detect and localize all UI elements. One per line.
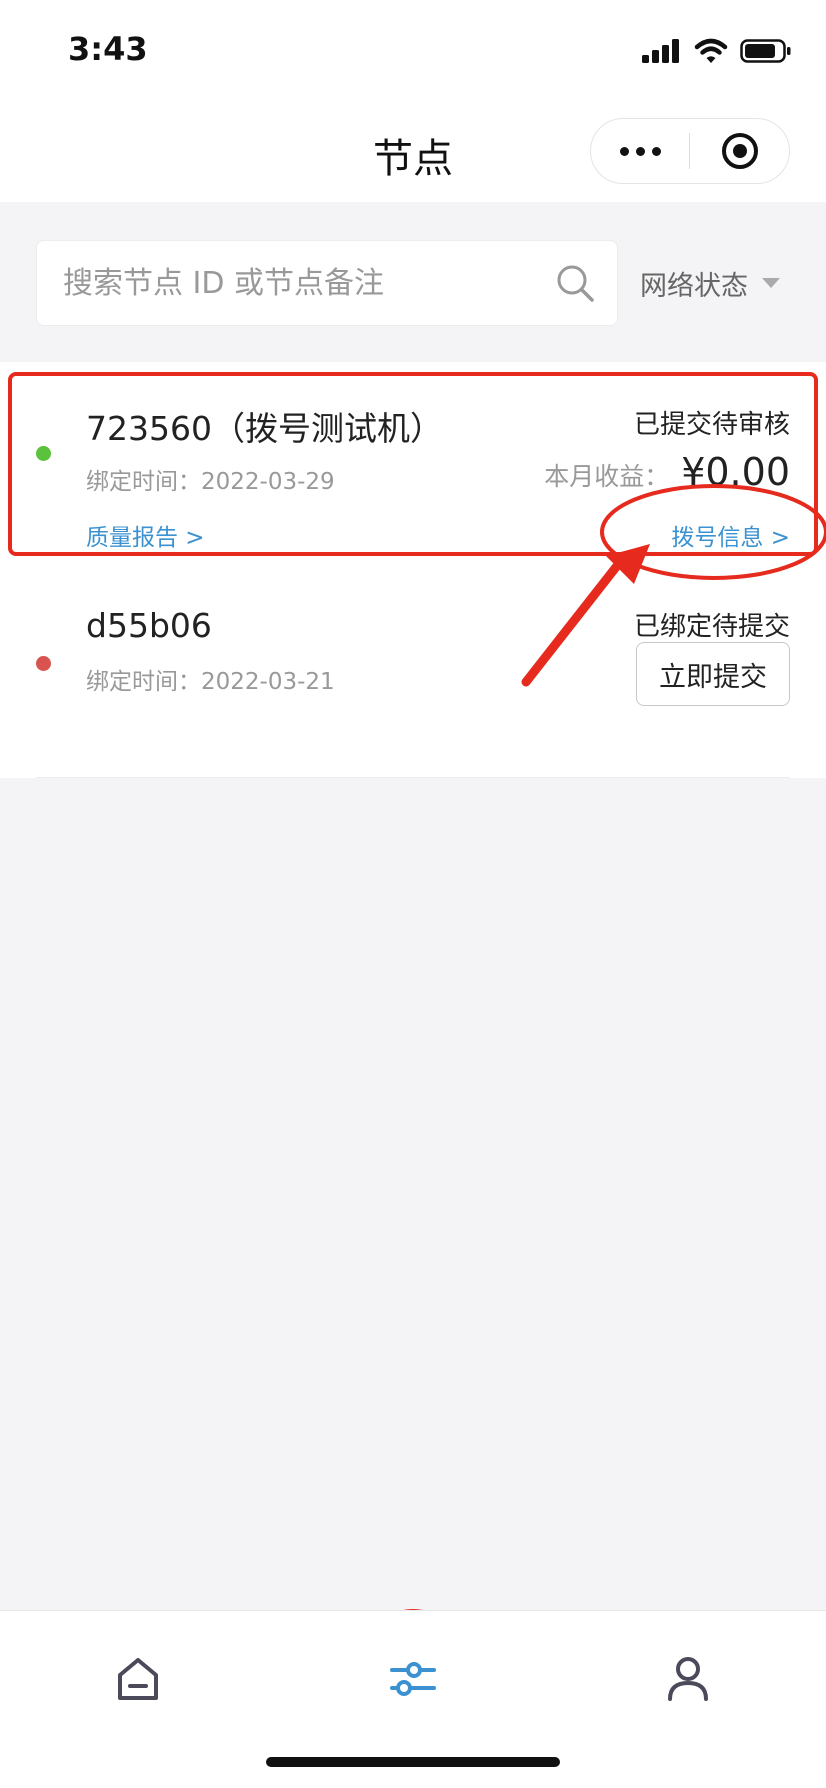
quality-report-link[interactable]: 质量报告 > [86,518,205,552]
status-time: 3:43 [68,30,148,68]
earnings-value: ¥0.00 [681,450,790,494]
offline-status-dot [36,656,51,671]
bind-time: 绑定时间：2022-03-29 [86,469,335,495]
dial-info-link[interactable]: 拨号信息 > [671,518,790,552]
row-divider [36,777,790,778]
close-mini-program-button[interactable] [690,119,789,183]
mini-program-capsule [590,118,790,184]
nav-bar: 节点 [0,100,826,202]
caret-down-icon [762,277,780,288]
submit-now-button[interactable]: 立即提交 [636,642,790,706]
person-icon [668,1657,708,1701]
node-card[interactable]: d55b06 绑定时间：2022-03-21 已绑定待提交 立即提交 [0,572,826,778]
battery-icon [740,39,791,63]
bind-time: 绑定时间：2022-03-21 [86,669,335,695]
tab-profile[interactable] [648,1639,728,1719]
node-card[interactable]: 723560（拨号测试机） 绑定时间：2022-03-29 已提交待审核 本月收… [0,362,826,572]
node-id: d55b06 [86,606,212,645]
monthly-earnings: 本月收益： ¥0.00 [544,450,790,494]
network-status-filter[interactable]: 网络状态 [640,264,780,303]
node-id: 723560（拨号测试机） [86,409,443,448]
more-button[interactable] [591,119,689,183]
filter-label: 网络状态 [640,271,748,302]
wifi-icon [694,38,728,63]
node-status: 已绑定待提交 [633,612,790,642]
search-icon[interactable] [555,263,595,303]
search-input[interactable] [63,241,543,325]
status-icons [642,38,792,64]
more-dot [651,146,661,156]
screen: 3:43 节点 搜索节点 ID 或节点备注 网络状态 723560（拨号测试机）… [0,0,826,1788]
node-status: 已提交待审核 [633,410,790,440]
home-indicator [266,1757,560,1767]
online-status-dot [36,446,51,461]
more-dot [619,146,629,156]
home-icon [118,1658,158,1700]
node-list: 723560（拨号测试机） 绑定时间：2022-03-29 已提交待审核 本月收… [0,362,826,778]
target-icon [721,133,758,169]
tab-nodes[interactable] [373,1639,453,1719]
more-dot [635,146,645,156]
status-bar: 3:43 [0,0,826,100]
signal-icon [642,39,679,63]
tab-home[interactable] [98,1639,178,1719]
search-row: 网络状态 [0,202,826,362]
earnings-label: 本月收益： [544,462,670,491]
search-box [36,240,618,326]
sliders-icon [390,1662,436,1696]
